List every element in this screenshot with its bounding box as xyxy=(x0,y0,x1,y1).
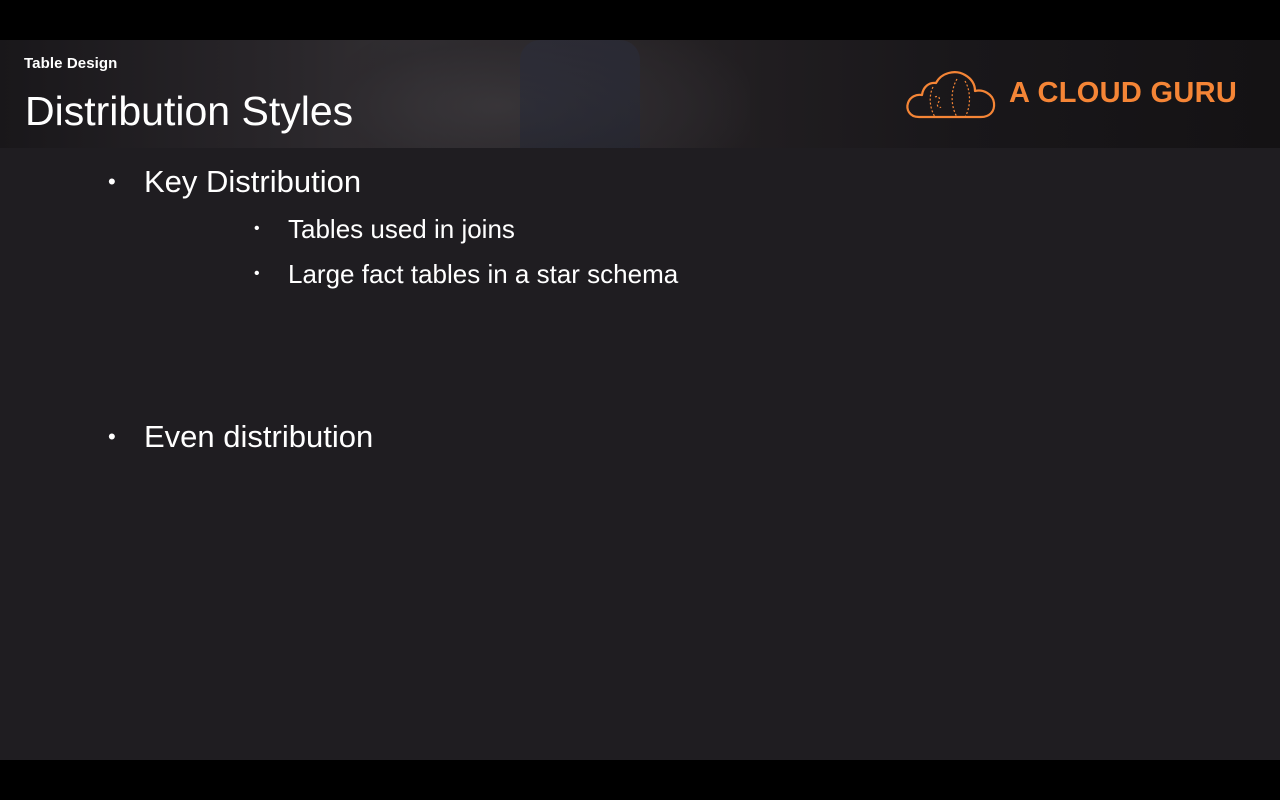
bullet-dot: • xyxy=(254,265,260,282)
slide-title: Distribution Styles xyxy=(25,88,354,134)
bullet-text: Even distribution xyxy=(144,419,374,454)
bullet-dot: • xyxy=(108,424,116,449)
cloud-logo-icon xyxy=(906,71,996,119)
bullet-text: Key Distribution xyxy=(144,164,362,199)
slide: Table Design Distribution Styles A CLOUD… xyxy=(0,40,1280,760)
letterbox-top xyxy=(0,0,1280,40)
brand-logo: A CLOUD GURU xyxy=(905,67,1245,123)
slide-header: Table Design Distribution Styles A CLOUD… xyxy=(0,40,1280,148)
bullet-text: Tables used in joins xyxy=(288,214,515,244)
section-label: Table Design xyxy=(24,55,118,72)
bullet-dot: • xyxy=(254,220,260,237)
header-background-photo-detail xyxy=(520,40,640,148)
bullet-text: Large fact tables in a star schema xyxy=(288,259,679,289)
bullet-dot: • xyxy=(108,169,116,194)
letterbox-bottom xyxy=(0,760,1280,800)
brand-logo-text: A CLOUD GURU xyxy=(1009,77,1238,109)
